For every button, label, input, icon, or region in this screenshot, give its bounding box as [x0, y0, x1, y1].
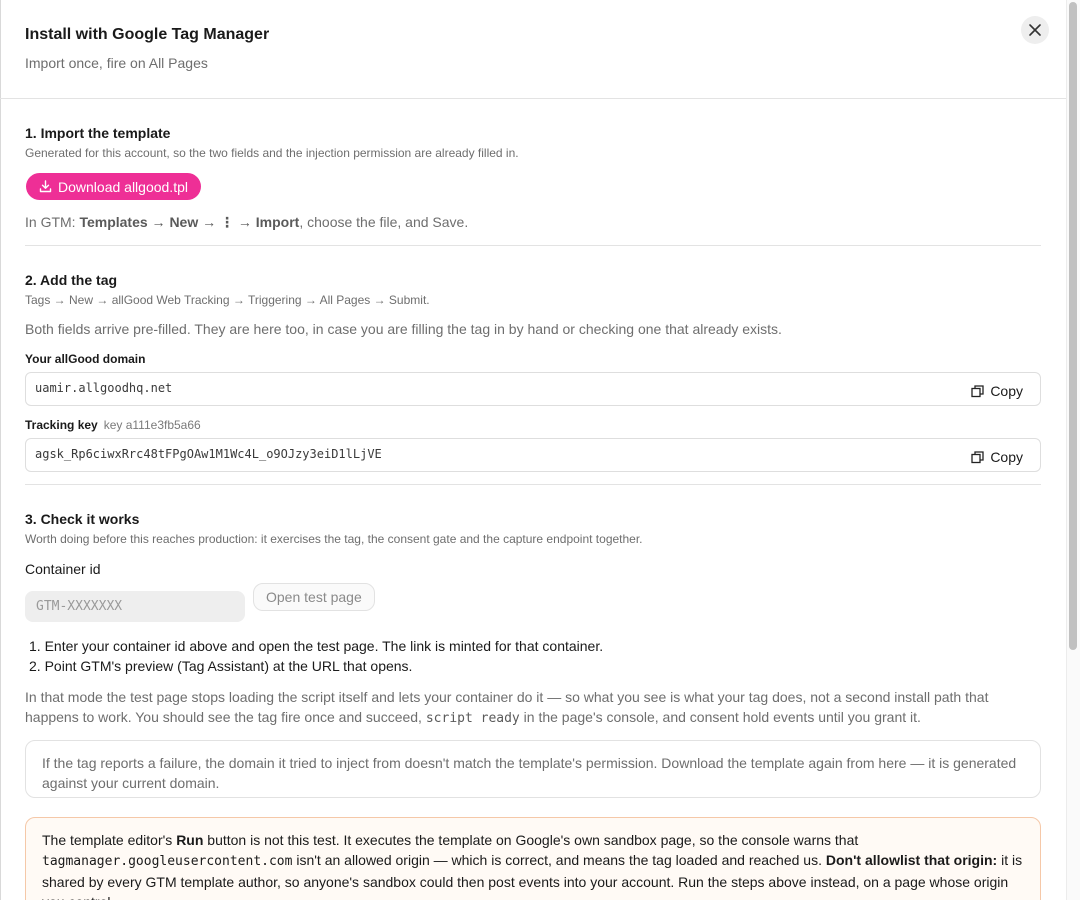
check-steps-list: 1. Enter your container id above and ope… — [29, 636, 603, 676]
copy-key-button[interactable]: Copy — [971, 449, 1023, 465]
warning-text-b: button is not this test. It executes the… — [203, 832, 859, 848]
modal-subtitle: Import once, fire on All Pages — [25, 55, 208, 71]
copy-icon — [971, 384, 984, 397]
key-field-label-text: Tracking key — [25, 418, 98, 432]
container-id-placeholder: GTM-XXXXXXX — [36, 599, 123, 614]
step1-title: 1. Import the template — [25, 125, 171, 141]
copy-icon — [971, 450, 984, 463]
warning-run-label: Run — [176, 832, 204, 848]
install-gtm-modal: Install with Google Tag Manager Import o… — [0, 0, 1067, 900]
scrollbar-thumb[interactable] — [1069, 2, 1077, 650]
run-button-warning: The template editor's Run button is not … — [25, 817, 1041, 900]
section-divider — [25, 245, 1041, 246]
modal-left-edge — [0, 0, 1, 900]
list-item: 1. Enter your container id above and ope… — [29, 638, 604, 654]
modal-title: Install with Google Tag Manager — [25, 26, 270, 43]
tracking-key-value: agsk_Rp6ciwxRrc48tFPgOAw1M1Wc4L_o9OJzy3e… — [35, 447, 382, 461]
domain-field[interactable]: uamir.allgoodhq.net Copy — [25, 372, 1041, 406]
domain-field-label: Your allGood domain — [25, 352, 146, 366]
download-icon — [39, 180, 52, 193]
open-test-page-button[interactable]: Open test page — [253, 583, 375, 611]
step3-title: 3. Check it works — [25, 511, 140, 527]
key-field-hint: key a111e3fb5a66 — [103, 418, 201, 432]
test-mode-text-b: in the page's console, and consent hold … — [519, 709, 921, 725]
domain-field-value: uamir.allgoodhq.net — [35, 381, 173, 395]
download-template-label: Download allgood.tpl — [58, 178, 188, 195]
failure-notice: If the tag reports a failure, the domain… — [25, 740, 1041, 798]
copy-domain-label: Copy — [990, 383, 1023, 399]
step2-body: Both fields arrive pre-filled. They are … — [25, 321, 782, 337]
gtm-instructions-path: Templates → New → ⋮ → Import — [79, 214, 300, 230]
container-id-input[interactable]: GTM-XXXXXXX — [25, 591, 245, 622]
container-id-label: Container id — [25, 561, 101, 577]
list-item: 2. Point GTM's preview (Tag Assistant) a… — [29, 658, 413, 674]
warning-text-a: The template editor's — [42, 832, 177, 848]
step3-subtitle: Worth doing before this reaches producti… — [25, 532, 643, 546]
copy-key-label: Copy — [990, 449, 1023, 465]
close-button[interactable] — [1021, 16, 1049, 44]
gtm-instructions-suffix: , choose the file, and Save. — [299, 214, 469, 230]
check-step-1: Enter your container id above and open t… — [44, 638, 604, 654]
tracking-key-field[interactable]: agsk_Rp6ciwxRrc48tFPgOAw1M1Wc4L_o9OJzy3e… — [25, 438, 1041, 472]
copy-domain-button[interactable]: Copy — [971, 383, 1023, 399]
key-field-label: Tracking key key a111e3fb5a66 — [25, 418, 201, 432]
check-step-2: Point GTM's preview (Tag Assistant) at t… — [44, 658, 413, 674]
download-template-button[interactable]: Download allgood.tpl — [26, 173, 201, 200]
step1-subtitle: Generated for this account, so the two f… — [25, 146, 519, 160]
step2-title: 2. Add the tag — [25, 272, 118, 288]
gtm-instructions: In GTM: Templates → New → ⋮ → Import, ch… — [25, 214, 468, 231]
gtm-instructions-prefix: In GTM: — [25, 214, 80, 230]
script-ready-code: script ready — [425, 711, 520, 726]
warning-bold-text: Don't allowlist that origin: — [825, 852, 998, 868]
modal-header: Install with Google Tag Manager Import o… — [0, 0, 1066, 99]
test-mode-explanation: In that mode the test page stops loading… — [25, 687, 1041, 729]
warning-origin-code: tagmanager.googleusercontent.com — [42, 854, 293, 869]
close-icon — [1029, 24, 1041, 36]
warning-text-c: isn't an allowed origin — which is corre… — [292, 852, 826, 868]
section-divider — [25, 484, 1041, 485]
step2-subtitle: Tags → New → allGood Web Tracking → Trig… — [25, 293, 430, 307]
